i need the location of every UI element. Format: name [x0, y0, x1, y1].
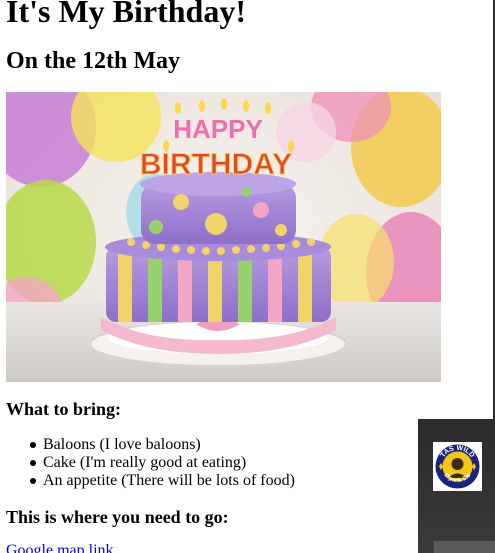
bullet-icon	[30, 460, 36, 466]
bring-list: Baloons (I love baloons) Cake (I'm reall…	[0, 436, 295, 490]
list-item-text: An appetite (There will be lots of food)	[43, 472, 295, 489]
bullet-icon	[30, 442, 36, 448]
widget-tab[interactable]	[434, 541, 495, 553]
list-item: An appetite (There will be lots of food)	[0, 472, 295, 490]
page-subtitle: On the 12th May	[6, 48, 180, 74]
list-item: Baloons (I love baloons)	[0, 436, 295, 454]
list-item: Cake (I'm really good at eating)	[0, 454, 295, 472]
side-widget[interactable]: TAS WILD Dipank Stc	[418, 419, 495, 553]
birthday-cake-image: HAPPY BIRTHDAY	[6, 92, 441, 382]
page-title: It's My Birthday!	[6, 0, 246, 29]
bullet-icon	[30, 478, 36, 484]
google-map-link[interactable]: Google map link	[6, 542, 114, 553]
list-item-text: Baloons (I love baloons)	[43, 436, 201, 453]
what-to-bring-heading: What to bring:	[6, 399, 122, 419]
directions-heading: This is where you need to go:	[6, 507, 229, 527]
svg-text:HAPPY: HAPPY	[173, 114, 263, 144]
svg-text:BIRTHDAY: BIRTHDAY	[140, 148, 292, 181]
list-item-text: Cake (I'm really good at eating)	[43, 454, 247, 471]
badge-logo-icon[interactable]: TAS WILD Dipank Stc	[433, 442, 482, 491]
